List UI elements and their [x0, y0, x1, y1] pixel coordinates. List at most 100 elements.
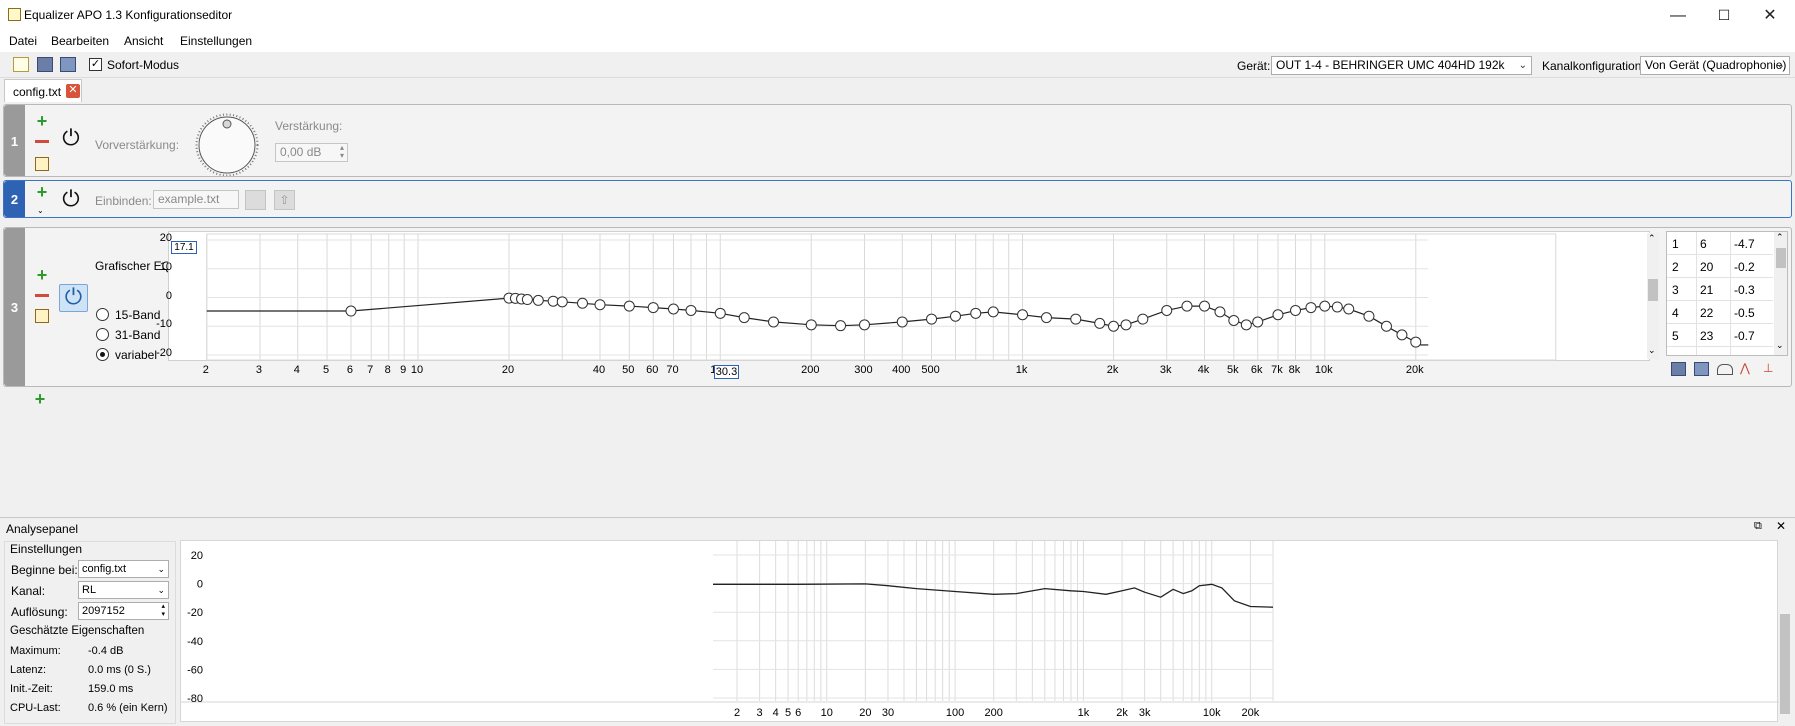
eq-band-point [647, 302, 659, 314]
radio-31-band[interactable] [96, 328, 109, 341]
chevron-down-icon: ⌄ [157, 564, 165, 574]
power-icon[interactable]: ⏻ [59, 187, 83, 211]
scroll-down-icon[interactable]: ⌄ [1648, 345, 1656, 356]
add-filter-icon[interactable]: + [35, 183, 49, 201]
open-file-icon[interactable] [245, 190, 266, 210]
eq-band-point [1070, 313, 1082, 325]
menu-file[interactable]: Datei [9, 34, 37, 48]
remove-filter-icon[interactable] [35, 140, 49, 143]
tab-config[interactable]: config.txt ✕ [4, 79, 82, 102]
radio-variable[interactable] [96, 348, 109, 361]
band-gain[interactable]: -0.7 [1734, 329, 1755, 343]
x-tick-label: 300 [854, 364, 873, 376]
smooth-curve-icon[interactable] [1717, 364, 1733, 375]
eq-band-point [1305, 302, 1317, 314]
y-tick-label: 20 [159, 232, 172, 244]
instant-mode-checkbox[interactable]: ✓ [89, 58, 102, 71]
x-tick-label: 2 [202, 364, 209, 376]
scrollbar-thumb[interactable] [1776, 248, 1786, 268]
eq-band-point [1240, 319, 1252, 331]
edit-icon[interactable] [35, 157, 49, 171]
new-file-icon[interactable] [13, 57, 29, 72]
expand-icon[interactable]: ⌄ [37, 206, 44, 215]
device-select[interactable]: OUT 1-4 - BEHRINGER UMC 404HD 192k ⌄ [1271, 56, 1532, 75]
band-gain[interactable]: -4.7 [1734, 237, 1755, 251]
save-icon[interactable] [37, 57, 53, 72]
init-time-label: Init.-Zeit: [10, 683, 53, 695]
remove-filter-icon[interactable] [35, 294, 49, 297]
x-tick-label: 40 [592, 364, 606, 376]
eq-band-point [896, 316, 908, 328]
table-row[interactable]: 4 22 -0.5 [1667, 301, 1773, 324]
eq-band-point [1137, 313, 1149, 325]
close-panel-icon[interactable]: ✕ [1776, 519, 1786, 533]
start-select[interactable]: config.txt ⌄ [78, 560, 169, 578]
scrollbar-thumb[interactable] [1648, 279, 1658, 301]
add-filter-icon[interactable]: + [33, 390, 47, 408]
undock-icon[interactable]: ⧉ [1754, 520, 1762, 533]
table-row[interactable]: 2 20 -0.2 [1667, 255, 1773, 278]
save-bands-icon[interactable] [1694, 362, 1709, 376]
table-scrollbar[interactable]: ⌃ ⌄ [1774, 232, 1787, 355]
add-filter-icon[interactable]: + [35, 266, 49, 284]
y-tick-label: 0 [197, 579, 203, 591]
edit-icon[interactable] [35, 309, 49, 323]
menu-settings[interactable]: Einstellungen [180, 34, 252, 48]
y-tick-label: -20 [156, 347, 172, 359]
close-tab-icon[interactable]: ✕ [66, 84, 80, 98]
gain-spinbox[interactable]: 0,00 dB ▴ ▾ [275, 143, 348, 162]
chevron-down-icon: ⌄ [157, 585, 165, 595]
scrollbar-thumb[interactable] [1780, 614, 1790, 714]
scroll-up-icon[interactable]: ⌃ [1648, 233, 1656, 244]
x-tick-label: 8k [1288, 364, 1301, 376]
gain-knob[interactable] [192, 112, 262, 176]
table-row[interactable]: 5 23 -0.7 [1667, 324, 1773, 347]
analysis-scrollbar[interactable] [1779, 540, 1791, 722]
band-frequency[interactable]: 22 [1700, 306, 1713, 320]
graphic-eq-plot[interactable] [169, 232, 1651, 362]
band-gain[interactable]: -0.3 [1734, 283, 1755, 297]
channel-select[interactable]: RL ⌄ [78, 581, 169, 599]
band-gain[interactable]: -0.5 [1734, 306, 1755, 320]
band-frequency[interactable]: 21 [1700, 283, 1713, 297]
graphic-eq-chart[interactable] [168, 231, 1650, 361]
close-button[interactable]: ✕ [1747, 0, 1793, 31]
invert-icon[interactable]: ⋀ [1740, 362, 1756, 375]
radio-15-band[interactable] [96, 308, 109, 321]
menu-view[interactable]: Ansicht [124, 34, 163, 48]
x-tick-label: 20 [501, 364, 515, 376]
y-tick-label: -20 [187, 607, 203, 619]
minimize-button[interactable]: — [1655, 0, 1701, 31]
save-as-icon[interactable] [60, 57, 76, 72]
load-icon[interactable] [1671, 362, 1686, 376]
x-tick-label: 5k [1226, 364, 1239, 376]
eq-scrollbar[interactable]: ⌃ ⌄ [1647, 233, 1659, 359]
band-frequency[interactable]: 6 [1700, 237, 1707, 251]
eq-band-point [805, 319, 817, 331]
maximize-button[interactable]: ☐ [1701, 0, 1747, 31]
scroll-up-icon[interactable]: ⌃ [1776, 232, 1784, 243]
resolution-spinbox[interactable]: 2097152 ▴ ▾ [78, 602, 169, 620]
add-filter-icon[interactable]: + [35, 112, 49, 130]
x-tick-label: 5 [322, 364, 330, 376]
eq-band-point [547, 295, 559, 307]
power-icon[interactable]: ⏻ [59, 126, 83, 150]
band-gain[interactable]: -0.2 [1734, 260, 1755, 274]
band-index: 5 [1672, 329, 1679, 343]
latency-label: Latenz: [10, 664, 47, 676]
band-frequency[interactable]: 20 [1700, 260, 1713, 274]
response-curve [713, 583, 1274, 608]
flatten-icon[interactable]: ⊥ [1763, 362, 1779, 375]
table-row[interactable]: 3 21 -0.3 [1667, 278, 1773, 301]
table-row[interactable]: 1 6 -4.7 [1667, 232, 1773, 255]
eq-band-point [970, 307, 982, 319]
include-file-input[interactable]: example.txt [153, 190, 239, 209]
filter-number: 2 [4, 181, 25, 217]
menu-edit[interactable]: Bearbeiten [51, 34, 109, 48]
channel-config-select[interactable]: Von Gerät (Quadrophonie) ⌄ [1640, 56, 1790, 75]
eq-band-point [1120, 319, 1132, 331]
power-icon[interactable]: ⏻ [59, 284, 88, 312]
up-icon[interactable]: ⇧ [274, 190, 295, 210]
scroll-down-icon[interactable]: ⌄ [1776, 340, 1784, 351]
band-frequency[interactable]: 23 [1700, 329, 1713, 343]
